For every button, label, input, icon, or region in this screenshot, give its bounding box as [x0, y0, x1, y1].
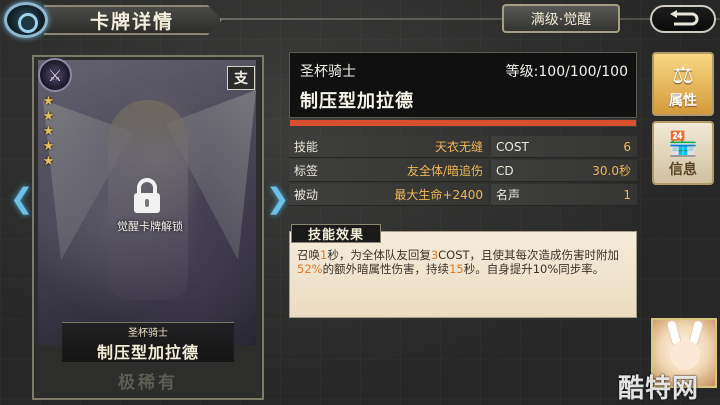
title-plate: 卡牌详情 [44, 5, 222, 35]
tab-info-label: 信息 [669, 162, 697, 178]
info-card-name: 制压型加拉德 [300, 91, 414, 112]
stat-value: 友全体/暗追伤 [406, 164, 483, 178]
stat-cell: 标签 友全体/暗追伤 [289, 160, 489, 182]
stat-row: 标签 友全体/暗追伤 CD 30.0秒 [289, 160, 637, 182]
skill-text-segment: 的额外暗属性伤害，持续 [322, 262, 450, 276]
sword-class-icon: ⚔ [38, 58, 72, 92]
skill-text-segment: 秒。自身提升10%同步率。 [463, 262, 605, 276]
stat-cell: CD 30.0秒 [491, 160, 637, 182]
skill-effect-title: 技能效果 [291, 224, 381, 243]
skill-description-text: 召唤1秒，为全体队友回复3COST，且使其每次造成伤害时附加52%的额外暗属性伤… [297, 248, 633, 276]
prev-card-arrow-icon[interactable]: ❮ [10, 182, 33, 216]
stat-value: 1 [623, 187, 631, 202]
stat-key: 名声 [496, 188, 521, 202]
skill-text-segment: COST，且使其每次造成伤害时附加 [438, 248, 620, 262]
back-arrow-icon [670, 10, 699, 26]
star-icon: ★ [42, 154, 55, 169]
tab-attributes-label: 属性 [669, 93, 697, 109]
rarity-label: 极稀有 [118, 373, 178, 393]
star-icon: ★ [42, 94, 55, 109]
awaken-unlock-label: 觉醒卡牌解锁 [117, 220, 183, 233]
max-level-awaken-button[interactable]: 满级·觉醒 [502, 4, 620, 33]
skill-text-segment: 秒，为全体队友回复 [327, 248, 431, 262]
star-icon: ★ [42, 139, 55, 154]
stat-key: COST [496, 139, 529, 154]
skill-highlight-value: 52% [297, 262, 323, 276]
exp-progress-fill [290, 120, 636, 126]
card-type-label: 圣杯骑士 [128, 328, 168, 339]
header-divider [220, 18, 720, 20]
stat-value: 30.0秒 [592, 164, 631, 178]
stat-cell: COST 6 [491, 136, 637, 158]
page-title: 卡牌详情 [90, 10, 175, 33]
star-icon: ★ [42, 124, 55, 139]
stat-value: 6 [623, 139, 631, 154]
stat-key: 被动 [294, 188, 319, 202]
tab-info[interactable]: 🏪 信息 [652, 121, 714, 185]
stat-key: CD [496, 163, 514, 178]
stat-key: 技能 [294, 140, 319, 154]
star-rating: ★ ★ ★ ★ ★ [42, 95, 58, 168]
scales-icon: ⚖ [672, 61, 694, 89]
stat-row: 技能 天衣无缝 COST 6 [289, 136, 637, 158]
card-name-label: 制压型加拉德 [96, 343, 199, 362]
card-info-header: 圣杯骑士 等级:100/100/100 制压型加拉德 [289, 52, 637, 118]
stat-row: 被动 最大生命+2400 名声 1 [289, 184, 637, 206]
card-name-plate: 圣杯骑士 制压型加拉德 [62, 322, 234, 362]
star-icon: ★ [42, 109, 55, 124]
faction-badge: 支 [227, 66, 255, 90]
stat-key: 标签 [294, 164, 319, 178]
stat-value: 最大生命+2400 [394, 188, 483, 202]
info-card-type: 圣杯骑士 [300, 64, 356, 80]
next-card-arrow-icon[interactable]: ❯ [266, 182, 289, 216]
info-card-level: 等级:100/100/100 [505, 64, 628, 80]
back-button[interactable] [650, 5, 716, 33]
stat-cell: 名声 1 [491, 184, 637, 206]
watermark-logo: 酷特网 [618, 374, 700, 404]
avatar-face [670, 340, 700, 370]
tab-attributes[interactable]: ⚖ 属性 [652, 52, 714, 116]
skill-text-segment: 召唤 [297, 248, 320, 262]
shop-stall-icon: 🏪 [668, 130, 698, 158]
stat-table: 技能 天衣无缝 COST 6 标签 友全体/暗追伤 CD 30.0秒 被动 最大… [289, 136, 637, 208]
skill-highlight-value: 15 [449, 262, 464, 276]
exp-progress-bar [289, 119, 637, 127]
lock-icon [134, 178, 160, 213]
stat-value: 天衣无缝 [434, 140, 483, 154]
menu-ring-icon[interactable] [4, 2, 48, 38]
stat-cell: 被动 最大生命+2400 [289, 184, 489, 206]
stat-cell: 技能 天衣无缝 [289, 136, 489, 158]
